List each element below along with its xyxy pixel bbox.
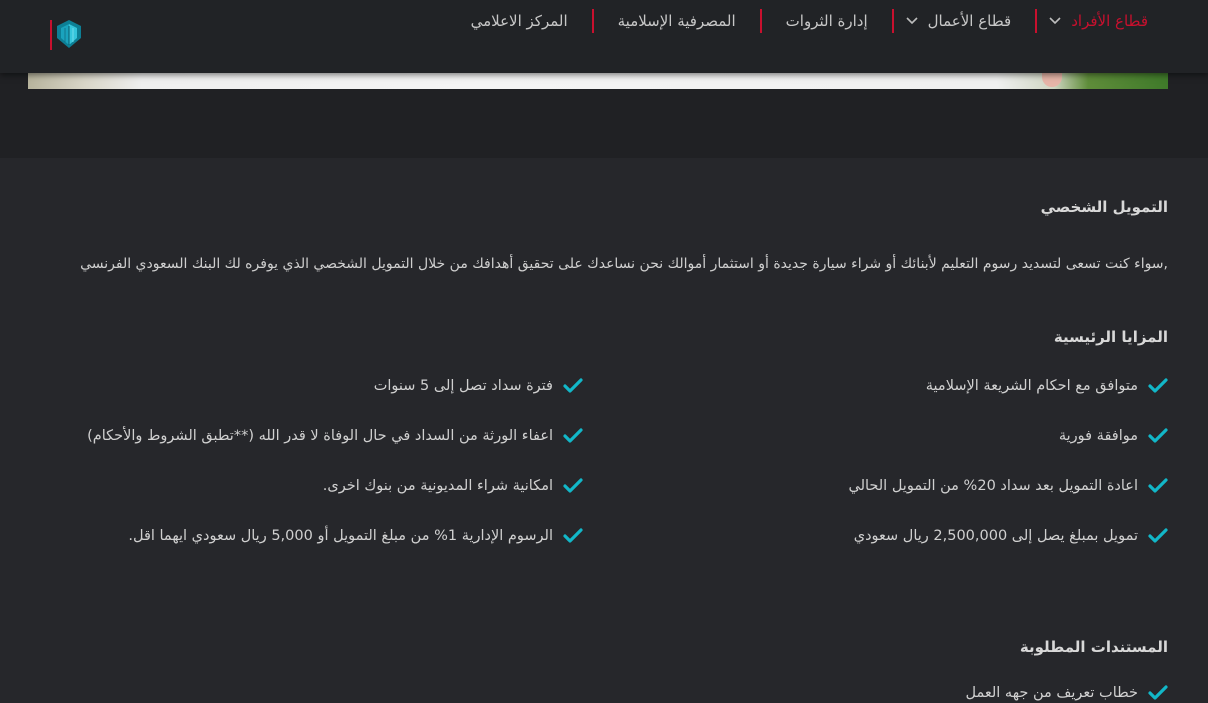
bank-logo-icon bbox=[57, 20, 81, 48]
document-text: خطاب تعريف من جهه العمل bbox=[965, 685, 1138, 701]
nav-separator bbox=[759, 9, 762, 33]
feature-text: اعادة التمويل بعد سداد 20% من التمويل ال… bbox=[848, 478, 1138, 494]
logo-divider bbox=[50, 20, 52, 50]
chevron-down-icon[interactable] bbox=[906, 15, 918, 27]
hero-image-detail bbox=[1042, 73, 1062, 87]
checkmark-icon bbox=[563, 528, 583, 543]
checkmark-icon bbox=[563, 478, 583, 493]
page-title: التمويل الشخصي bbox=[1040, 198, 1168, 216]
top-navigation-bar: قطاع الأفراد قطاع الأعمال إدارة الثروات … bbox=[0, 0, 1208, 73]
feature-item: متوافق مع احكام الشريعة الإسلامية bbox=[926, 378, 1168, 394]
features-heading: المزايا الرئيسية bbox=[1053, 328, 1168, 346]
feature-item: اعادة التمويل بعد سداد 20% من التمويل ال… bbox=[848, 478, 1168, 494]
checkmark-icon bbox=[1148, 478, 1168, 493]
feature-item: اعفاء الورثة من السداد في حال الوفاة لا … bbox=[87, 428, 583, 444]
intro-paragraph: ,سواء كنت تسعى لتسديد رسوم التعليم لأبنا… bbox=[80, 256, 1168, 272]
nav-item-business[interactable]: قطاع الأعمال bbox=[906, 12, 1012, 30]
main-nav: قطاع الأفراد قطاع الأعمال إدارة الثروات … bbox=[471, 9, 1148, 33]
feature-item: موافقة فورية bbox=[1059, 428, 1168, 444]
feature-item: امكانية شراء المديونية من بنوك اخرى. bbox=[323, 478, 583, 494]
nav-separator bbox=[891, 9, 894, 33]
feature-text: تمويل بمبلغ يصل إلى 2,500,000 ريال سعودي bbox=[853, 528, 1138, 544]
feature-text: فترة سداد تصل إلى 5 سنوات bbox=[373, 378, 553, 394]
checkmark-icon bbox=[1148, 378, 1168, 393]
document-item: خطاب تعريف من جهه العمل bbox=[966, 685, 1168, 701]
nav-item-label: المركز الاعلامي bbox=[470, 12, 568, 30]
nav-item-label: إدارة الثروات bbox=[785, 12, 868, 30]
feature-text: اعفاء الورثة من السداد في حال الوفاة لا … bbox=[87, 428, 553, 444]
product-details-section: التمويل الشخصي ,سواء كنت تسعى لتسديد رسو… bbox=[0, 158, 1208, 703]
nav-separator bbox=[591, 9, 594, 33]
nav-item-label: المصرفية الإسلامية bbox=[617, 12, 736, 30]
chevron-down-icon[interactable] bbox=[1049, 15, 1061, 27]
documents-heading: المستندات المطلوبة bbox=[1019, 638, 1168, 656]
nav-item-wealth-management[interactable]: إدارة الثروات bbox=[786, 12, 868, 30]
checkmark-icon bbox=[1148, 428, 1168, 443]
nav-item-individuals[interactable]: قطاع الأفراد bbox=[1049, 12, 1148, 30]
hero-image bbox=[28, 73, 1168, 89]
nav-item-media-center[interactable]: المركز الاعلامي bbox=[471, 12, 568, 30]
nav-item-label: قطاع الأفراد bbox=[1071, 12, 1148, 30]
feature-item: تمويل بمبلغ يصل إلى 2,500,000 ريال سعودي bbox=[854, 528, 1168, 544]
checkmark-icon bbox=[563, 378, 583, 393]
nav-item-label: قطاع الأعمال bbox=[927, 12, 1012, 30]
features-list: متوافق مع احكام الشريعة الإسلامية موافقة… bbox=[40, 370, 1168, 570]
checkmark-icon bbox=[1148, 528, 1168, 543]
feature-text: متوافق مع احكام الشريعة الإسلامية bbox=[925, 378, 1138, 394]
nav-separator bbox=[1035, 9, 1038, 33]
bank-logo[interactable] bbox=[50, 18, 84, 52]
feature-text: امكانية شراء المديونية من بنوك اخرى. bbox=[322, 478, 553, 494]
checkmark-icon bbox=[563, 428, 583, 443]
feature-item: الرسوم الإدارية 1% من مبلغ التمويل أو 5,… bbox=[128, 528, 583, 544]
checkmark-icon bbox=[1148, 685, 1168, 700]
nav-item-islamic-banking[interactable]: المصرفية الإسلامية bbox=[618, 12, 736, 30]
feature-item: فترة سداد تصل إلى 5 سنوات bbox=[374, 378, 583, 394]
feature-text: موافقة فورية bbox=[1058, 428, 1138, 444]
feature-text: الرسوم الإدارية 1% من مبلغ التمويل أو 5,… bbox=[128, 528, 553, 544]
